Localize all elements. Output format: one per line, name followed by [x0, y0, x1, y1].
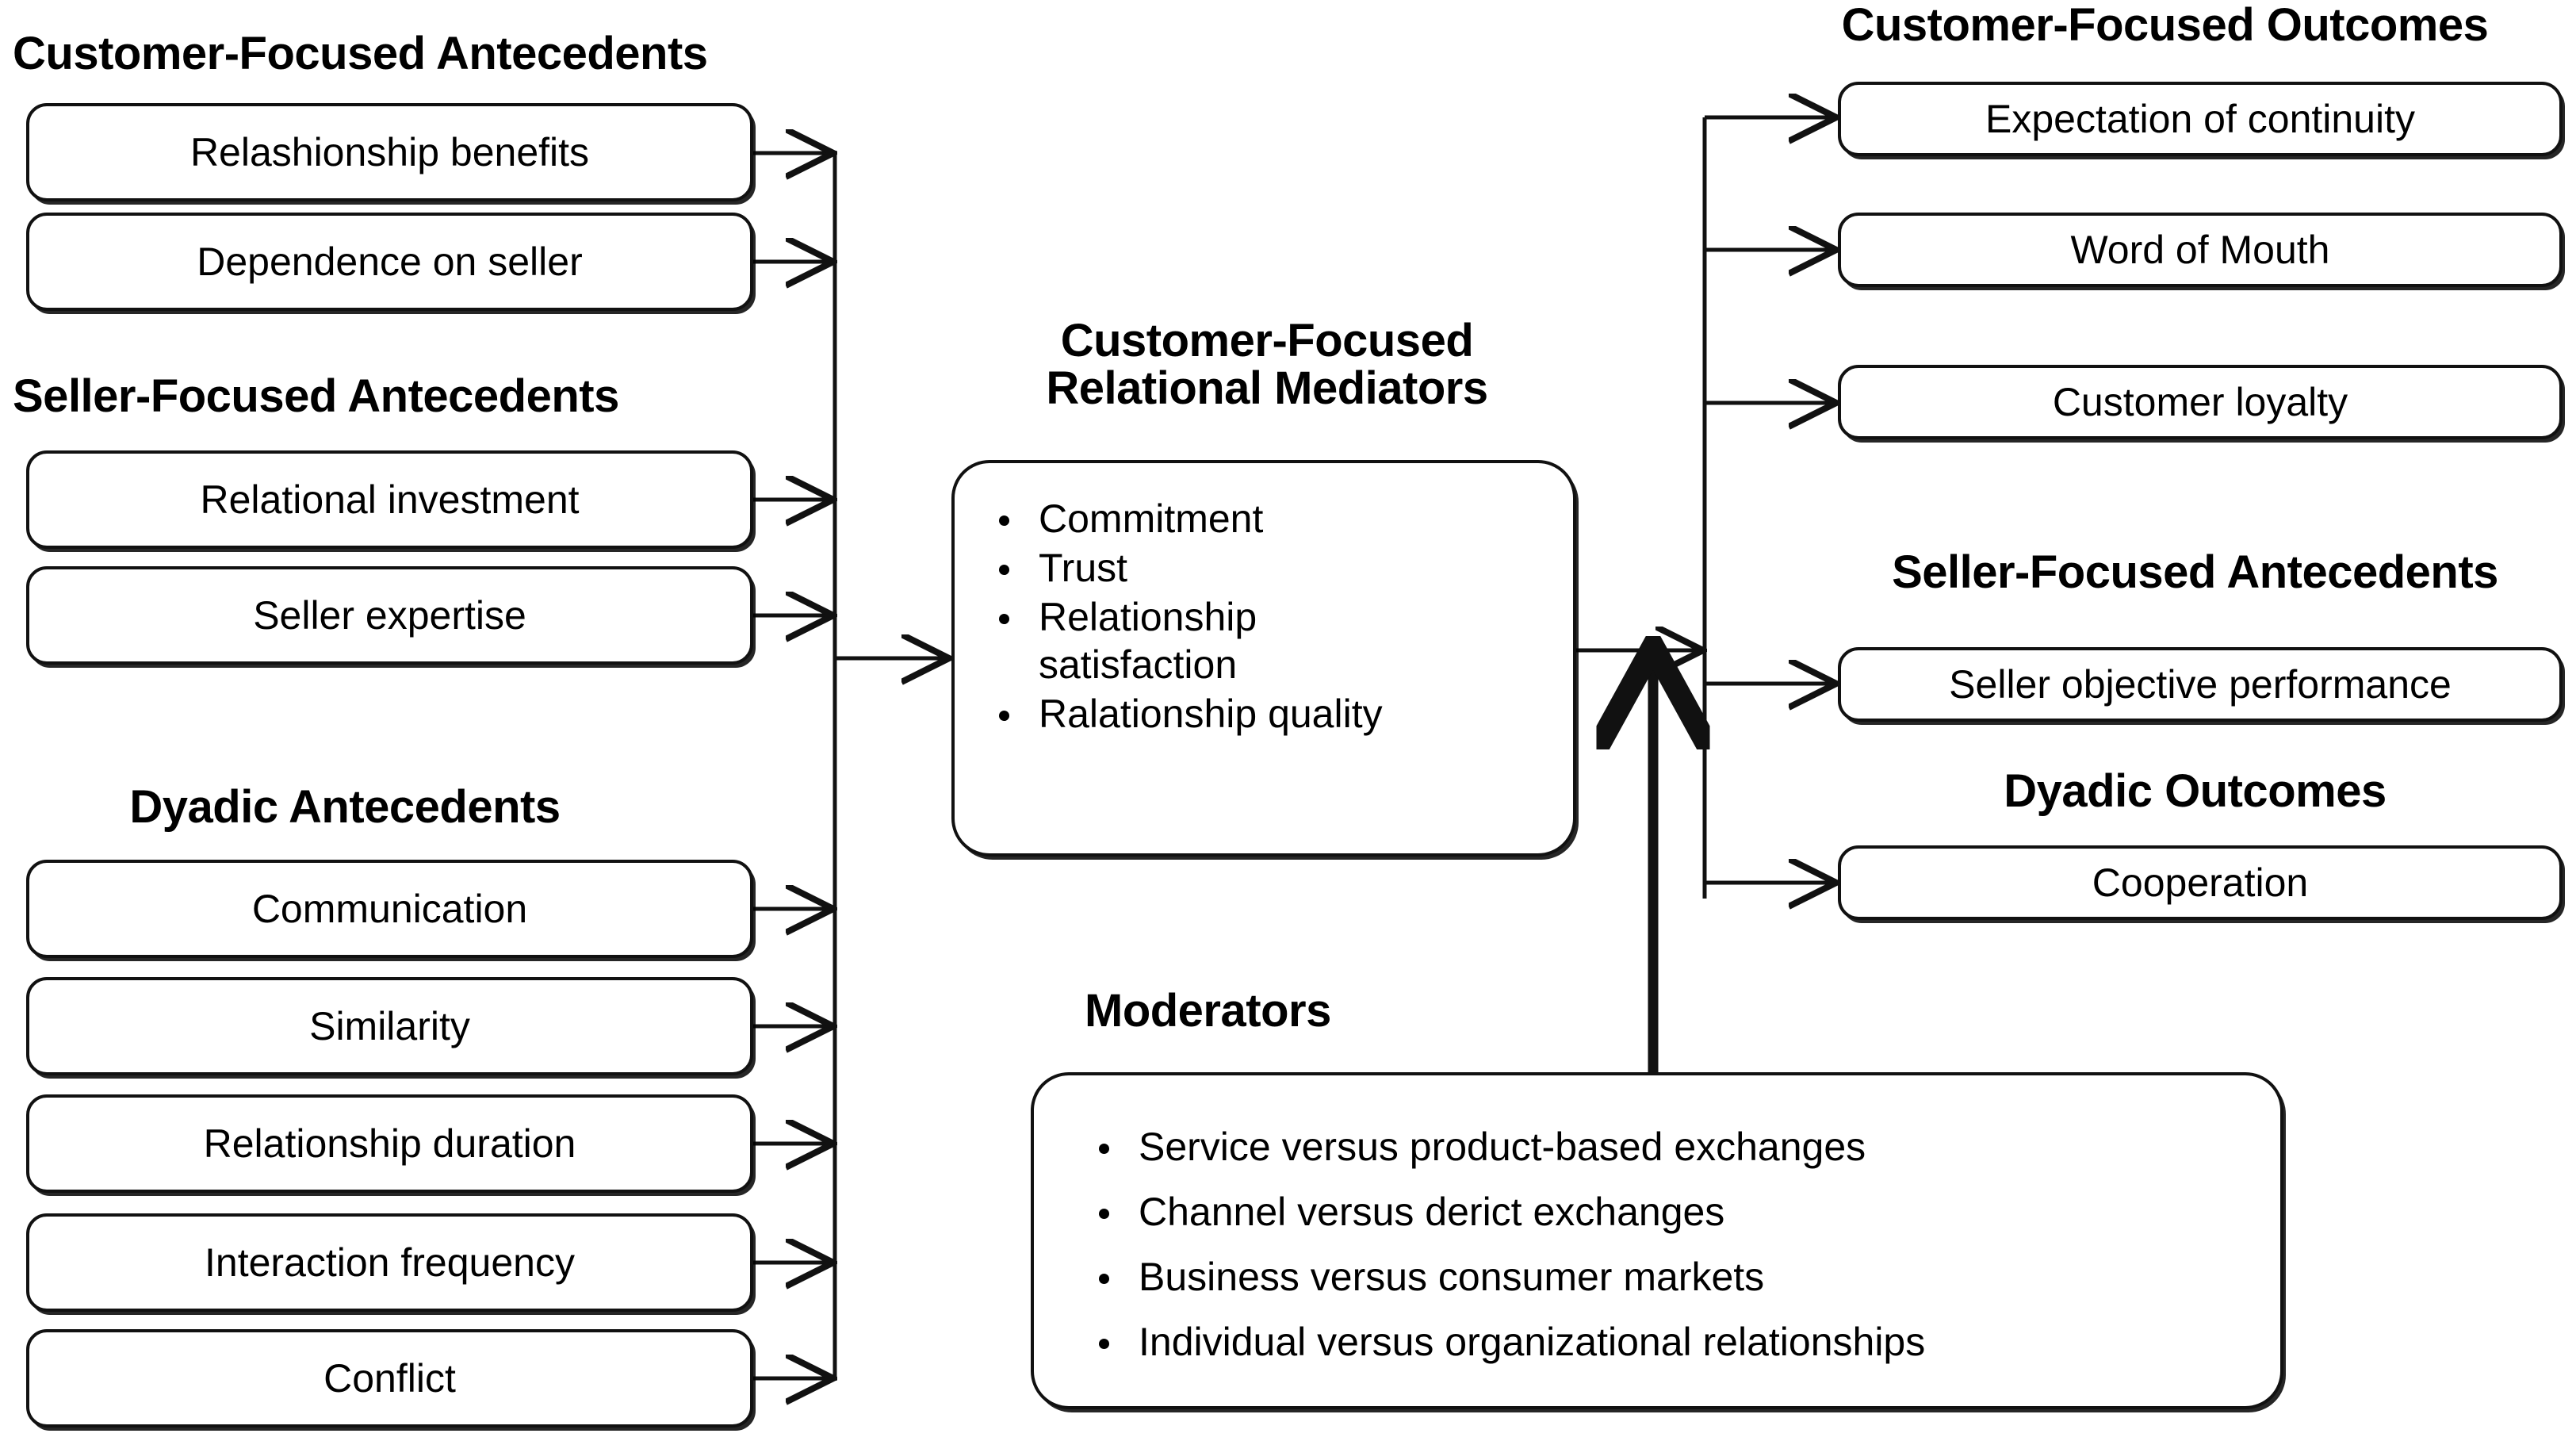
node-relationship-benefits[interactable]: Relashionship benefits — [26, 103, 753, 201]
diagram-canvas: Customer-Focused Antecedents Seller-Focu… — [0, 0, 2576, 1441]
mediator-item: Trust — [991, 544, 1573, 592]
node-label: Word of Mouth — [2070, 227, 2330, 272]
heading-customer-focused-outcomes: Customer-Focused Outcomes — [1841, 0, 2489, 51]
node-interaction-frequency[interactable]: Interaction frequency — [26, 1213, 753, 1312]
node-relationship-duration[interactable]: Relationship duration — [26, 1094, 753, 1193]
node-label: Expectation of continuity — [1985, 96, 2415, 141]
moderator-item: Service versus product-based exchanges — [1091, 1123, 2280, 1171]
moderator-item: Business versus consumer markets — [1091, 1253, 2280, 1301]
node-relational-investment[interactable]: Relational investment — [26, 450, 753, 549]
node-seller-objective-performance[interactable]: Seller objective performance — [1838, 647, 2563, 722]
node-communication[interactable]: Communication — [26, 860, 753, 958]
node-seller-expertise[interactable]: Seller expertise — [26, 566, 753, 665]
panel-relational-mediators[interactable]: Commitment Trust Relationship satisfacti… — [951, 460, 1576, 857]
node-label: Relational investment — [200, 477, 580, 522]
heading-moderators: Moderators — [1085, 985, 1331, 1037]
mediator-item: Relationship satisfaction — [991, 593, 1372, 688]
node-label: Seller expertise — [253, 592, 526, 638]
node-cooperation[interactable]: Cooperation — [1838, 845, 2563, 920]
node-label: Relationship duration — [203, 1121, 576, 1166]
node-label: Dependence on seller — [197, 239, 583, 284]
node-label: Interaction frequency — [205, 1240, 575, 1285]
node-label: Communication — [251, 886, 528, 931]
node-expectation-of-continuity[interactable]: Expectation of continuity — [1838, 82, 2563, 156]
node-label: Conflict — [323, 1355, 456, 1401]
node-dependence-on-seller[interactable]: Dependence on seller — [26, 213, 753, 311]
heading-dyadic-outcomes: Dyadic Outcomes — [2004, 765, 2387, 817]
panel-moderators[interactable]: Service versus product-based exchanges C… — [1031, 1072, 2283, 1409]
node-label: Cooperation — [2092, 860, 2309, 905]
node-label: Customer loyalty — [2052, 379, 2348, 424]
heading-seller-focused-antecedents: Seller-Focused Antecedents — [13, 370, 619, 422]
node-label: Seller objective performance — [1949, 661, 2452, 707]
node-customer-loyalty[interactable]: Customer loyalty — [1838, 365, 2563, 439]
moderator-item: Individual versus organizational relatio… — [1091, 1318, 2280, 1366]
node-conflict[interactable]: Conflict — [26, 1329, 753, 1428]
heading-dyadic-antecedents: Dyadic Antecedents — [129, 781, 561, 833]
moderators-list: Service versus product-based exchanges C… — [1091, 1123, 2280, 1366]
node-similarity[interactable]: Similarity — [26, 977, 753, 1075]
heading-seller-focused-outcomes: Seller-Focused Antecedents — [1892, 546, 2498, 598]
node-label: Relashionship benefits — [189, 129, 590, 174]
node-word-of-mouth[interactable]: Word of Mouth — [1838, 213, 2563, 287]
node-label: Similarity — [309, 1003, 470, 1048]
heading-customer-focused-antecedents: Customer-Focused Antecedents — [13, 28, 708, 79]
mediator-item: Commitment — [991, 495, 1573, 542]
mediator-item: Ralationship quality — [991, 690, 1573, 738]
mediators-list: Commitment Trust Relationship satisfacti… — [991, 495, 1573, 738]
heading-customer-focused-relational-mediators: Customer-Focused Relational Mediators — [1046, 315, 1488, 415]
moderator-item: Channel versus derict exchanges — [1091, 1188, 2280, 1236]
